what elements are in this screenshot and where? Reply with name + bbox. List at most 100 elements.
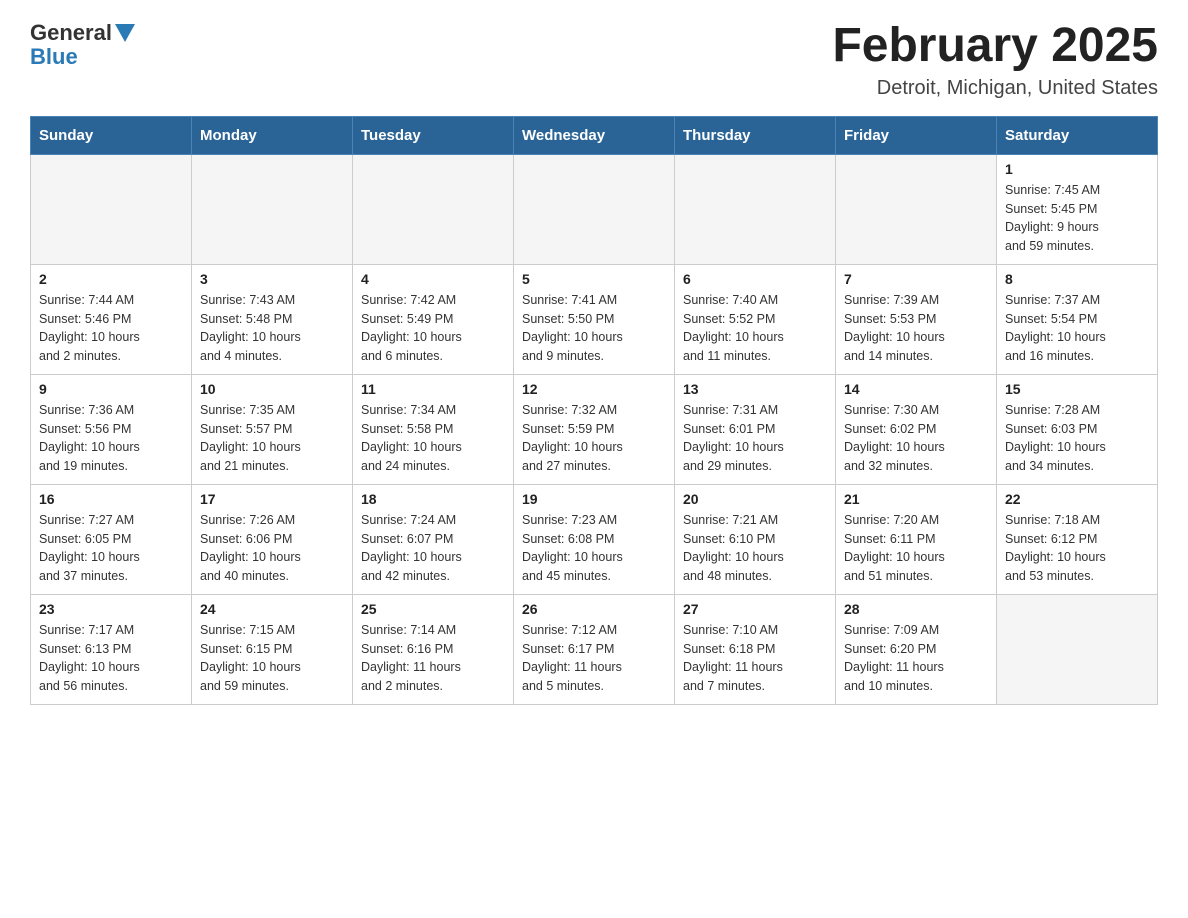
- day-number: 28: [844, 601, 988, 617]
- day-number: 18: [361, 491, 505, 507]
- calendar-cell: 7 Sunrise: 7:39 AMSunset: 5:53 PMDaylight…: [836, 264, 997, 374]
- calendar-cell: 14 Sunrise: 7:30 AMSunset: 6:02 PMDayligh…: [836, 374, 997, 484]
- day-info: Sunrise: 7:18 AMSunset: 6:12 PMDaylight:…: [1005, 511, 1149, 586]
- day-info: Sunrise: 7:41 AMSunset: 5:50 PMDaylight:…: [522, 291, 666, 366]
- day-number: 22: [1005, 491, 1149, 507]
- day-info: Sunrise: 7:24 AMSunset: 6:07 PMDaylight:…: [361, 511, 505, 586]
- day-number: 2: [39, 271, 183, 287]
- day-number: 14: [844, 381, 988, 397]
- day-info: Sunrise: 7:31 AMSunset: 6:01 PMDaylight:…: [683, 401, 827, 476]
- calendar-cell: 8 Sunrise: 7:37 AMSunset: 5:54 PMDaylight…: [997, 264, 1158, 374]
- calendar-table: SundayMondayTuesdayWednesdayThursdayFrid…: [30, 116, 1158, 705]
- calendar-cell: [353, 154, 514, 264]
- calendar-cell: 13Sunrise: 7:31 AMSunset: 6:01 PMDayligh…: [675, 374, 836, 484]
- day-info: Sunrise: 7:09 AMSunset: 6:20 PMDaylight:…: [844, 621, 988, 696]
- day-info: Sunrise: 7:35 AMSunset: 5:57 PMDaylight:…: [200, 401, 344, 476]
- day-info: Sunrise: 7:44 AMSunset: 5:46 PMDaylight:…: [39, 291, 183, 366]
- day-info: Sunrise: 7:12 AMSunset: 6:17 PMDaylight:…: [522, 621, 666, 696]
- day-info: Sunrise: 7:26 AMSunset: 6:06 PMDaylight:…: [200, 511, 344, 586]
- logo-blue-text: Blue: [30, 44, 78, 70]
- day-info: Sunrise: 7:42 AMSunset: 5:49 PMDaylight:…: [361, 291, 505, 366]
- calendar-cell: [514, 154, 675, 264]
- day-info: Sunrise: 7:30 AMSunset: 6:02 PMDaylight:…: [844, 401, 988, 476]
- day-info: Sunrise: 7:28 AMSunset: 6:03 PMDaylight:…: [1005, 401, 1149, 476]
- calendar-cell: [31, 154, 192, 264]
- calendar-cell: 18 Sunrise: 7:24 AMSunset: 6:07 PMDayligh…: [353, 484, 514, 594]
- weekday-header-wednesday: Wednesday: [514, 116, 675, 154]
- day-number: 11: [361, 381, 505, 397]
- day-number: 25: [361, 601, 505, 617]
- calendar-week-row: 2 Sunrise: 7:44 AMSunset: 5:46 PMDaylight…: [31, 264, 1158, 374]
- day-number: 8: [1005, 271, 1149, 287]
- day-number: 6: [683, 271, 827, 287]
- day-info: Sunrise: 7:40 AMSunset: 5:52 PMDaylight:…: [683, 291, 827, 366]
- day-info: Sunrise: 7:39 AMSunset: 5:53 PMDaylight:…: [844, 291, 988, 366]
- calendar-cell: 22 Sunrise: 7:18 AMSunset: 6:12 PMDayligh…: [997, 484, 1158, 594]
- calendar-week-row: 23 Sunrise: 7:17 AMSunset: 6:13 PMDayligh…: [31, 594, 1158, 704]
- location-text: Detroit, Michigan, United States: [832, 77, 1158, 100]
- day-info: Sunrise: 7:15 AMSunset: 6:15 PMDaylight:…: [200, 621, 344, 696]
- page-header: General Blue February 2025 Detroit, Mich…: [30, 20, 1158, 100]
- day-number: 12: [522, 381, 666, 397]
- day-number: 24: [200, 601, 344, 617]
- title-block: February 2025 Detroit, Michigan, United …: [832, 20, 1158, 100]
- calendar-cell: 17 Sunrise: 7:26 AMSunset: 6:06 PMDayligh…: [192, 484, 353, 594]
- weekday-header-monday: Monday: [192, 116, 353, 154]
- calendar-cell: 21 Sunrise: 7:20 AMSunset: 6:11 PMDayligh…: [836, 484, 997, 594]
- calendar-cell: 5 Sunrise: 7:41 AMSunset: 5:50 PMDaylight…: [514, 264, 675, 374]
- day-number: 17: [200, 491, 344, 507]
- logo-triangle-icon: [115, 24, 135, 42]
- day-number: 15: [1005, 381, 1149, 397]
- weekday-header-tuesday: Tuesday: [353, 116, 514, 154]
- calendar-cell: 20 Sunrise: 7:21 AMSunset: 6:10 PMDayligh…: [675, 484, 836, 594]
- day-number: 20: [683, 491, 827, 507]
- calendar-cell: 1Sunrise: 7:45 AMSunset: 5:45 PMDaylight…: [997, 154, 1158, 264]
- day-number: 23: [39, 601, 183, 617]
- calendar-header-row: SundayMondayTuesdayWednesdayThursdayFrid…: [31, 116, 1158, 154]
- calendar-cell: 23 Sunrise: 7:17 AMSunset: 6:13 PMDayligh…: [31, 594, 192, 704]
- day-number: 19: [522, 491, 666, 507]
- calendar-cell: 27 Sunrise: 7:10 AMSunset: 6:18 PMDayligh…: [675, 594, 836, 704]
- day-number: 5: [522, 271, 666, 287]
- weekday-header-thursday: Thursday: [675, 116, 836, 154]
- day-number: 16: [39, 491, 183, 507]
- calendar-week-row: 1Sunrise: 7:45 AMSunset: 5:45 PMDaylight…: [31, 154, 1158, 264]
- day-number: 4: [361, 271, 505, 287]
- calendar-week-row: 9Sunrise: 7:36 AMSunset: 5:56 PMDaylight…: [31, 374, 1158, 484]
- day-info: Sunrise: 7:14 AMSunset: 6:16 PMDaylight:…: [361, 621, 505, 696]
- day-number: 1: [1005, 161, 1149, 177]
- day-info: Sunrise: 7:27 AMSunset: 6:05 PMDaylight:…: [39, 511, 183, 586]
- calendar-cell: [836, 154, 997, 264]
- calendar-cell: 3Sunrise: 7:43 AMSunset: 5:48 PMDaylight…: [192, 264, 353, 374]
- calendar-cell: 2 Sunrise: 7:44 AMSunset: 5:46 PMDaylight…: [31, 264, 192, 374]
- day-number: 21: [844, 491, 988, 507]
- weekday-header-sunday: Sunday: [31, 116, 192, 154]
- day-info: Sunrise: 7:10 AMSunset: 6:18 PMDaylight:…: [683, 621, 827, 696]
- calendar-cell: 10 Sunrise: 7:35 AMSunset: 5:57 PMDayligh…: [192, 374, 353, 484]
- day-number: 27: [683, 601, 827, 617]
- calendar-cell: 9Sunrise: 7:36 AMSunset: 5:56 PMDaylight…: [31, 374, 192, 484]
- day-number: 10: [200, 381, 344, 397]
- calendar-cell: 11Sunrise: 7:34 AMSunset: 5:58 PMDayligh…: [353, 374, 514, 484]
- calendar-cell: 19 Sunrise: 7:23 AMSunset: 6:08 PMDayligh…: [514, 484, 675, 594]
- weekday-header-friday: Friday: [836, 116, 997, 154]
- calendar-week-row: 16 Sunrise: 7:27 AMSunset: 6:05 PMDayligh…: [31, 484, 1158, 594]
- day-info: Sunrise: 7:37 AMSunset: 5:54 PMDaylight:…: [1005, 291, 1149, 366]
- day-info: Sunrise: 7:23 AMSunset: 6:08 PMDaylight:…: [522, 511, 666, 586]
- calendar-cell: 25 Sunrise: 7:14 AMSunset: 6:16 PMDayligh…: [353, 594, 514, 704]
- logo: General Blue: [30, 20, 135, 70]
- day-number: 7: [844, 271, 988, 287]
- calendar-cell: 28 Sunrise: 7:09 AMSunset: 6:20 PMDayligh…: [836, 594, 997, 704]
- day-info: Sunrise: 7:21 AMSunset: 6:10 PMDaylight:…: [683, 511, 827, 586]
- calendar-cell: 16 Sunrise: 7:27 AMSunset: 6:05 PMDayligh…: [31, 484, 192, 594]
- calendar-cell: 24 Sunrise: 7:15 AMSunset: 6:15 PMDayligh…: [192, 594, 353, 704]
- calendar-cell: [997, 594, 1158, 704]
- day-number: 26: [522, 601, 666, 617]
- day-info: Sunrise: 7:43 AMSunset: 5:48 PMDaylight:…: [200, 291, 344, 366]
- calendar-cell: [675, 154, 836, 264]
- day-info: Sunrise: 7:20 AMSunset: 6:11 PMDaylight:…: [844, 511, 988, 586]
- calendar-cell: 6 Sunrise: 7:40 AMSunset: 5:52 PMDaylight…: [675, 264, 836, 374]
- day-info: Sunrise: 7:17 AMSunset: 6:13 PMDaylight:…: [39, 621, 183, 696]
- calendar-cell: 26 Sunrise: 7:12 AMSunset: 6:17 PMDayligh…: [514, 594, 675, 704]
- day-number: 9: [39, 381, 183, 397]
